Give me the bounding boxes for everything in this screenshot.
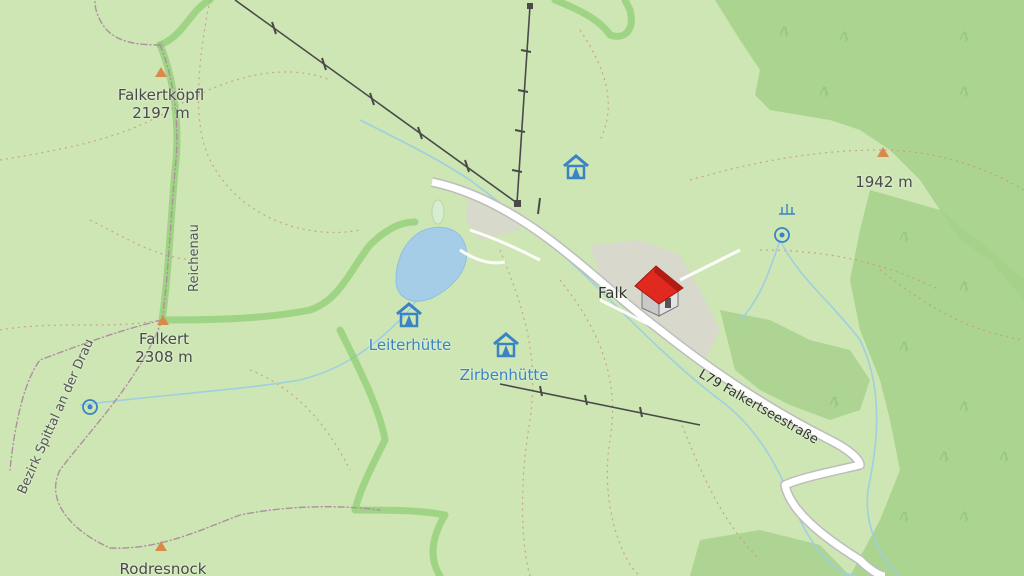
peak-icon: [155, 67, 167, 77]
alpine-hut-icon[interactable]: [395, 302, 423, 328]
map-view[interactable]: Falkertköpfl 2197 m Falkert 2308 m 1942 m …: [0, 0, 1024, 576]
village-label: Falk: [598, 284, 628, 302]
peak-elevation: 2197 m: [132, 104, 190, 122]
peak-label: Falkertköpfl 2197 m: [118, 86, 204, 122]
hotel-icon[interactable]: [632, 262, 686, 318]
peak-icon: [155, 541, 167, 551]
peak-label: Falkert 2308 m: [135, 330, 193, 366]
wetland-icon: [779, 204, 795, 215]
peak-name: Falkert: [138, 330, 190, 348]
peak-elevation: 2308 m: [135, 348, 193, 366]
hut-label[interactable]: Leiterhütte: [369, 336, 452, 354]
peak-icon: [157, 315, 169, 325]
alpine-hut-icon[interactable]: [562, 154, 590, 180]
hut-label[interactable]: Zirbenhütte: [460, 366, 549, 384]
peak-label: 1942 m: [855, 173, 913, 191]
spring-icon: [774, 227, 790, 243]
peak-icon: [877, 147, 889, 157]
peak-name: Rodresnock: [119, 560, 207, 576]
peak-name: Falkertköpfl: [117, 86, 205, 104]
locality-label: Reichenau: [187, 224, 202, 292]
peak-elevation: 1942 m: [855, 173, 913, 191]
alpine-hut-icon[interactable]: [492, 332, 520, 358]
peak-label: Rodresnock: [120, 560, 207, 576]
spring-icon: [82, 399, 98, 415]
